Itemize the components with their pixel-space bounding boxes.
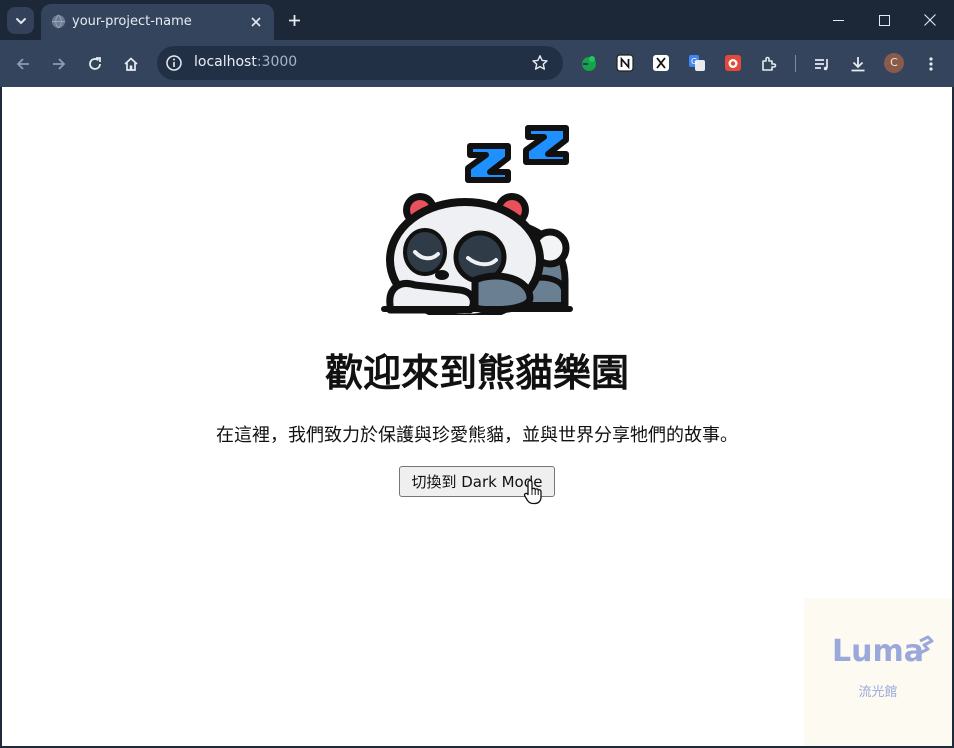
- plus-icon: [288, 14, 300, 26]
- close-icon: [924, 14, 936, 26]
- tab-title: your-project-name: [72, 14, 192, 29]
- reload-icon: [89, 57, 101, 70]
- puzzle-icon: [762, 56, 777, 71]
- watermark-s-icon: [919, 635, 934, 655]
- new-tab-button[interactable]: [283, 9, 305, 31]
- close-window-button[interactable]: [907, 0, 953, 40]
- close-icon: [251, 17, 261, 27]
- forward-button[interactable]: [47, 52, 71, 76]
- arrow-left-icon: [16, 58, 29, 70]
- url-host: localhost: [194, 54, 257, 70]
- page-title: 歡迎來到熊貓樂園: [324, 351, 629, 395]
- playlist-icon: [815, 59, 828, 71]
- address-bar[interactable]: localhost:3000: [157, 46, 563, 80]
- globe-icon: [51, 14, 66, 29]
- sleeping-panda-illustration: [381, 125, 573, 315]
- reload-button[interactable]: [83, 52, 107, 76]
- hand-pointer-cursor-icon: [523, 479, 542, 505]
- site-info-icon[interactable]: [165, 54, 183, 72]
- download-icon: [851, 57, 865, 72]
- bookmark-star-icon[interactable]: [531, 54, 549, 72]
- media-controls-button[interactable]: [810, 52, 834, 76]
- home-icon: [124, 57, 138, 71]
- extensions-button[interactable]: [757, 52, 781, 76]
- browser-tab-active[interactable]: your-project-name: [41, 4, 274, 40]
- google-translate-extension-icon[interactable]: G: [688, 54, 706, 72]
- luma-watermark: Luma 流光館: [804, 598, 952, 746]
- evernote-extension-icon[interactable]: [580, 54, 598, 72]
- url-port: :3000: [256, 54, 298, 70]
- zzz-icon: [465, 125, 569, 183]
- tab-search-button[interactable]: [7, 7, 34, 34]
- svg-text:G: G: [691, 57, 697, 66]
- chevron-down-icon: [15, 17, 26, 24]
- x-extension-icon[interactable]: [652, 54, 670, 72]
- browser-toolbar: localhost:3000 G C: [0, 40, 954, 87]
- page-viewport: 歡迎來到熊貓樂園 在這裡，我們致力於保護與珍愛熊貓，並與世界分享牠們的故事。 切…: [2, 87, 952, 746]
- red-extension-icon[interactable]: [724, 54, 742, 72]
- more-vertical-icon: [929, 57, 933, 71]
- home-button[interactable]: [119, 52, 143, 76]
- tab-close-button[interactable]: [247, 13, 265, 31]
- minimize-button[interactable]: [815, 0, 861, 40]
- back-button[interactable]: [11, 52, 35, 76]
- browser-menu-button[interactable]: [919, 52, 943, 76]
- window-titlebar: your-project-name: [0, 0, 954, 40]
- page-description: 在這裡，我們致力於保護與珍愛熊貓，並與世界分享牠們的故事。: [216, 425, 738, 446]
- watermark-subtitle: 流光館: [858, 685, 898, 700]
- maximize-icon: [878, 14, 890, 26]
- profile-avatar[interactable]: C: [884, 53, 904, 73]
- minimize-icon: [832, 19, 844, 21]
- toolbar-divider: [795, 55, 796, 72]
- notion-extension-icon[interactable]: [616, 54, 634, 72]
- url-text[interactable]: localhost:3000: [194, 54, 297, 70]
- maximize-button[interactable]: [861, 0, 907, 40]
- downloads-button[interactable]: [846, 52, 870, 76]
- arrow-right-icon: [53, 58, 66, 70]
